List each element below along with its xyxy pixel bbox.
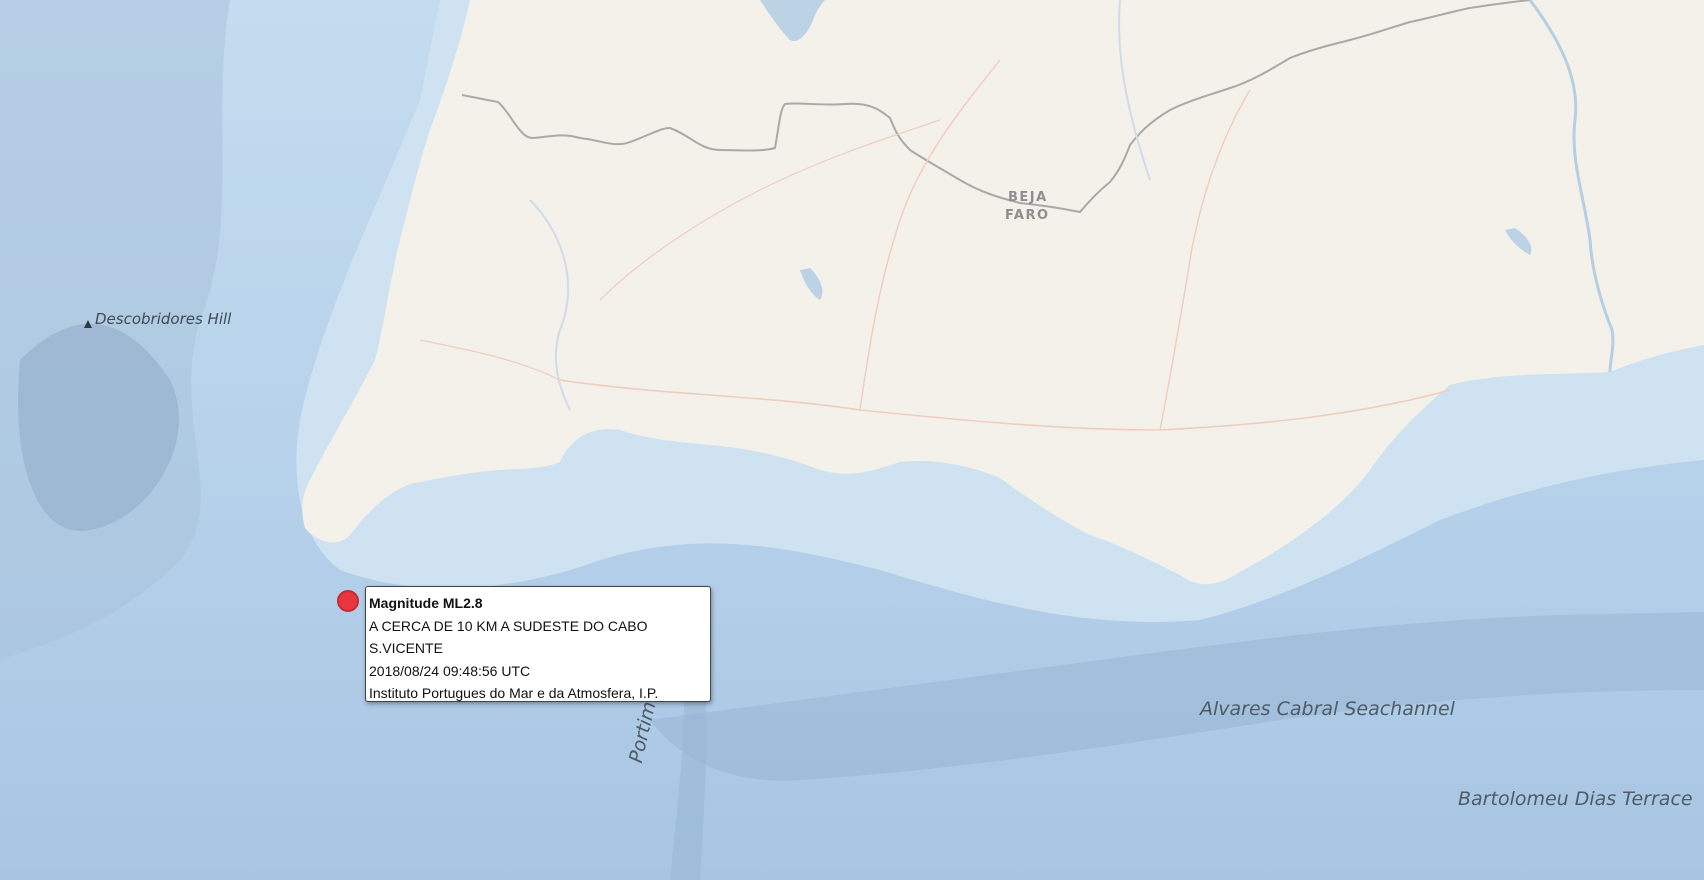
- region-label-north: BEJA: [1008, 190, 1048, 205]
- popup-title: Magnitude ML2.8: [369, 595, 483, 611]
- region-label-south: FARO: [1005, 208, 1050, 223]
- map-canvas[interactable]: [0, 0, 1704, 880]
- popup-datetime: 2018/08/24 09:48:56 UTC: [369, 662, 531, 679]
- terrace-label: Bartolomeu Dias Terrace: [1458, 788, 1693, 810]
- seachannel-label: Alvares Cabral Seachannel: [1200, 698, 1455, 720]
- popup-location-line2: S.VICENTE: [369, 640, 443, 656]
- seamount-label: Descobridores Hill: [95, 310, 232, 328]
- triangle-marker-icon: [84, 320, 92, 328]
- popup-location-line1: A CERCA DE 10 KM A SUDESTE DO CABO: [369, 617, 648, 634]
- event-popup: Magnitude ML2.8 A CERCA DE 10 KM A SUDES…: [365, 586, 711, 702]
- popup-source: Instituto Portugues do Mar e da Atmosfer…: [369, 685, 659, 701]
- earthquake-marker-icon[interactable]: [337, 590, 359, 612]
